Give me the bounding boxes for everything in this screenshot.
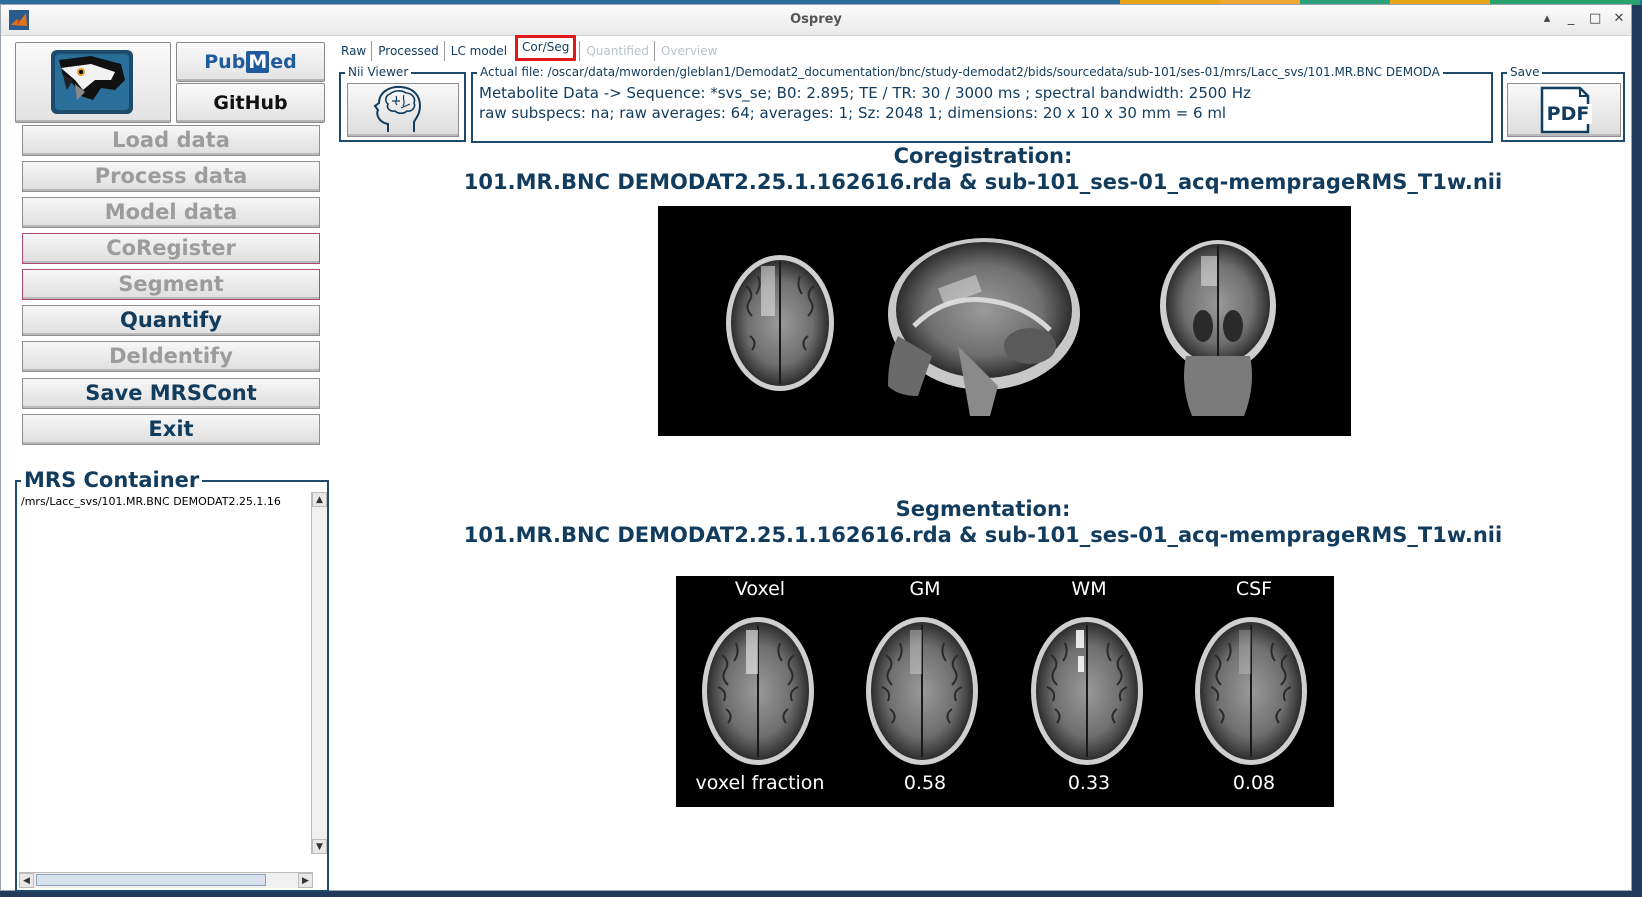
seg-column-voxel: Voxel bbox=[734, 578, 786, 600]
scroll-up-arrow-icon[interactable]: ▲ bbox=[312, 492, 327, 507]
scroll-left-arrow-icon[interactable]: ◀ bbox=[19, 873, 34, 888]
tab-quantified[interactable]: Quantified bbox=[579, 41, 654, 61]
sagittal-slice bbox=[888, 238, 1080, 416]
osprey-logo bbox=[51, 50, 133, 114]
save-title: Save bbox=[1507, 65, 1543, 79]
tab-processed[interactable]: Processed bbox=[371, 41, 444, 61]
pdf-text: PDF bbox=[1547, 103, 1590, 125]
tab-lc-model[interactable]: LC model bbox=[443, 41, 512, 61]
seg-wm-slice bbox=[1030, 616, 1144, 766]
seg-footer-gm-value: 0.58 bbox=[903, 772, 947, 794]
segment-button[interactable]: Segment bbox=[22, 269, 320, 300]
brain-head-icon bbox=[373, 85, 422, 132]
segmentation-title: Segmentation: bbox=[895, 497, 1071, 521]
list-item[interactable]: /mrs/Lacc_svs/101.MR.BNC DEMODAT2.25.1.1… bbox=[19, 492, 313, 511]
mrs-container-panel: MRS Container /mrs/Lacc_svs/101.MR.BNC D… bbox=[15, 468, 329, 892]
tab-overview[interactable]: Overview bbox=[653, 41, 723, 61]
minimize-button[interactable]: _ bbox=[1565, 11, 1577, 26]
exit-button[interactable]: Exit bbox=[22, 414, 320, 445]
load-data-button[interactable]: Load data bbox=[22, 125, 320, 156]
pubmed-text-pub: Pub bbox=[204, 51, 246, 73]
seg-footer-wm-value: 0.33 bbox=[1067, 772, 1111, 794]
close-button[interactable]: ✕ bbox=[1613, 11, 1625, 26]
window-controls: ▴ _ □ ✕ bbox=[1541, 11, 1625, 26]
pdf-icon: PDF bbox=[1540, 86, 1592, 134]
github-label: GitHub bbox=[213, 92, 288, 114]
averages-info-line: raw subspecs: na; raw averages: 64; aver… bbox=[479, 104, 1227, 122]
save-group: Save PDF bbox=[1501, 65, 1625, 142]
mrs-container-title: MRS Container bbox=[21, 468, 203, 492]
seg-gm-slice bbox=[865, 616, 979, 766]
seg-column-csf: CSF bbox=[1235, 578, 1273, 600]
pubmed-text-m: M bbox=[246, 51, 270, 73]
horizontal-scrollbar[interactable]: ◀ ▶ bbox=[19, 872, 313, 888]
horizontal-scroll-thumb[interactable] bbox=[36, 874, 266, 886]
nii-viewer-title: Nii Viewer bbox=[345, 65, 412, 79]
scroll-down-arrow-icon[interactable]: ▼ bbox=[312, 839, 327, 854]
coregistration-image bbox=[658, 206, 1351, 436]
coregistration-title: Coregistration: bbox=[893, 144, 1073, 168]
osprey-logo-button[interactable] bbox=[15, 42, 171, 123]
osprey-bird-icon bbox=[55, 54, 129, 110]
maximize-button[interactable]: □ bbox=[1589, 11, 1601, 26]
seg-column-gm: GM bbox=[909, 578, 941, 600]
main-content: Pub Med GitHub Load data Process data Mod… bbox=[1, 35, 1631, 892]
seg-column-wm: WM bbox=[1071, 578, 1107, 600]
process-data-button[interactable]: Process data bbox=[22, 161, 320, 192]
save-pdf-button[interactable]: PDF bbox=[1507, 83, 1621, 137]
shade-button[interactable]: ▴ bbox=[1541, 11, 1553, 26]
pubmed-text-ed: ed bbox=[270, 51, 297, 73]
nii-viewer-button[interactable] bbox=[347, 83, 459, 137]
axial-slice bbox=[726, 255, 834, 391]
quantify-button[interactable]: Quantify bbox=[22, 305, 320, 336]
title-bar: Osprey ▴ _ □ ✕ bbox=[1, 5, 1631, 36]
window-title: Osprey bbox=[790, 12, 842, 27]
seg-footer-voxel-fraction: voxel fraction bbox=[695, 772, 825, 794]
segmentation-subtitle: 101.MR.BNC DEMODAT2.25.1.162616.rda & su… bbox=[463, 523, 1503, 547]
save-mrscont-button[interactable]: Save MRSCont bbox=[22, 378, 320, 409]
tab-cor-seg[interactable]: Cor/Seg bbox=[515, 35, 577, 61]
nii-viewer-group: Nii Viewer bbox=[339, 65, 466, 142]
tab-bar: Raw Processed LC model Cor/Seg Quantifie… bbox=[335, 35, 723, 61]
coregistration-subtitle: 101.MR.BNC DEMODAT2.25.1.162616.rda & su… bbox=[463, 170, 1503, 194]
seg-csf-slice bbox=[1194, 616, 1308, 766]
file-info-group: Actual file: /oscar/data/mworden/gleblan… bbox=[471, 65, 1493, 143]
github-button[interactable]: GitHub bbox=[176, 83, 325, 123]
deidentify-button[interactable]: DeIdentify bbox=[22, 341, 320, 372]
sequence-info-line: Metabolite Data -> Sequence: *svs_se; B0… bbox=[479, 84, 1251, 102]
pubmed-button[interactable]: Pub Med bbox=[176, 42, 325, 82]
vertical-scrollbar[interactable]: ▲ ▼ bbox=[311, 492, 327, 854]
coregistration-brain-slices bbox=[726, 238, 1276, 416]
coronal-slice bbox=[1160, 240, 1276, 416]
segmentation-brain-slices bbox=[701, 616, 1308, 766]
tab-raw[interactable]: Raw bbox=[335, 41, 371, 61]
segmentation-image: Voxel GM WM CSF voxel fraction 0.58 0.33… bbox=[676, 576, 1334, 807]
model-data-button[interactable]: Model data bbox=[22, 197, 320, 228]
seg-footer-csf-value: 0.08 bbox=[1232, 772, 1276, 794]
actual-file-title: Actual file: /oscar/data/mworden/gleblan… bbox=[477, 65, 1443, 79]
seg-voxel-slice bbox=[701, 616, 815, 766]
coregister-button[interactable]: CoRegister bbox=[22, 233, 320, 264]
scroll-right-arrow-icon[interactable]: ▶ bbox=[298, 873, 313, 888]
mrs-container-list[interactable]: /mrs/Lacc_svs/101.MR.BNC DEMODAT2.25.1.1… bbox=[19, 492, 313, 852]
osprey-window: Osprey ▴ _ □ ✕ Pub Med GitHub Load data … bbox=[0, 4, 1632, 892]
